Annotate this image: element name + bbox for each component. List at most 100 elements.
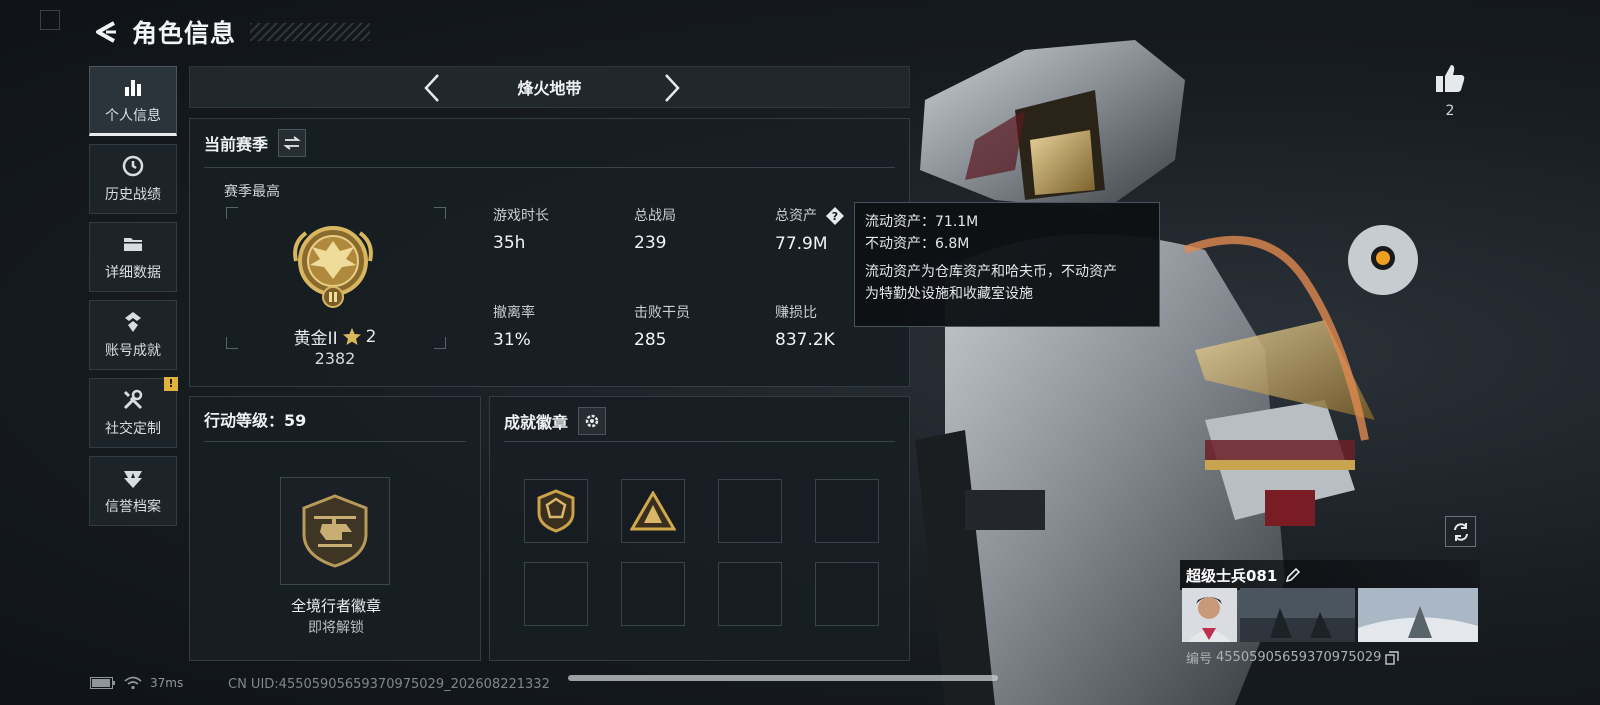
season-best-label: 赛季最高	[224, 184, 280, 200]
swap-season-button[interactable]	[278, 129, 307, 157]
achievement-settings-button[interactable]	[578, 407, 607, 435]
season-title: 当前赛季	[204, 135, 269, 154]
divider	[204, 441, 466, 442]
sidebar-item-reputation[interactable]: 信誉档案	[89, 456, 177, 526]
stat-total-assets: 总资产 ? 77.9M	[775, 205, 845, 254]
chevron-left-icon[interactable]	[418, 71, 448, 105]
corner-decoration	[40, 10, 60, 30]
sidebar-item-achievements[interactable]: 账号成就	[89, 300, 177, 370]
sidebar-item-social-custom[interactable]: ! 社交定制	[89, 377, 178, 448]
showcase-photo-1[interactable]	[1240, 588, 1355, 642]
rank-name: 黄金II	[293, 329, 338, 349]
stat-label: 总战局	[634, 208, 676, 224]
sidebar-item-label: 社交定制	[105, 421, 161, 437]
help-icon[interactable]: ?	[825, 206, 845, 226]
folder-icon	[124, 238, 142, 251]
helicopter-badge-icon	[302, 494, 368, 568]
mode-selector: 烽火地带	[189, 66, 910, 108]
game-screen: 角色信息 个人信息 历史战绩 详细数据 账号成就 ! 社交定制 信誉档案 烽火地…	[0, 0, 1600, 705]
refresh-icon	[1453, 522, 1468, 541]
achievement-panel-header: 成就徽章	[504, 407, 607, 435]
level-badge-name: 全境行者徽章	[290, 597, 381, 615]
stat-label: 总资产 ?	[775, 205, 845, 226]
medal-icon	[125, 312, 141, 332]
achievement-panel: 成就徽章	[489, 396, 910, 661]
achievement-slot-8[interactable]	[815, 562, 879, 626]
stat-value: 285	[634, 330, 667, 350]
thumbs-up-icon[interactable]	[1433, 62, 1467, 96]
stat-value: 35h	[493, 233, 526, 253]
divider	[204, 167, 895, 168]
assets-tooltip: 流动资产：71.1M 不动资产：6.8M 流动资产为仓库资产和哈夫币，不动资产 …	[854, 202, 1160, 327]
achievement-slot-3[interactable]	[718, 479, 782, 543]
sidebar: 个人信息 历史战绩 详细数据 账号成就 ! 社交定制 信誉档案	[89, 66, 178, 534]
stat-label: 击败干员	[634, 305, 690, 321]
rank-stars: 2	[365, 326, 377, 347]
chevron-right-icon[interactable]	[656, 71, 686, 105]
header: 角色信息	[92, 14, 371, 50]
stat-total-matches: 总战局 239	[634, 205, 676, 253]
stat-value: 837.2K	[775, 330, 835, 350]
achievement-slot-1[interactable]	[524, 479, 588, 543]
page-title: 角色信息	[132, 19, 237, 48]
sidebar-item-label: 历史战绩	[105, 187, 161, 203]
rank-name-row: 黄金II 2	[230, 324, 440, 350]
battery-icon	[90, 677, 115, 689]
sidebar-item-detailed-data[interactable]: 详细数据	[89, 222, 177, 292]
player-photos	[1182, 588, 1478, 642]
achievement-slot-5[interactable]	[524, 562, 588, 626]
player-name-plate: 超级士兵081	[1180, 560, 1480, 590]
rotate-model-button[interactable]	[1445, 516, 1476, 547]
achievement-slot-6[interactable]	[621, 562, 685, 626]
stat-extract-rate: 撤离率 31%	[493, 302, 535, 350]
ping-value: 37ms	[150, 676, 184, 690]
stat-label: 撤离率	[493, 305, 535, 321]
stat-value: 239	[634, 233, 667, 253]
stat-label: 赚损比	[775, 305, 817, 321]
like-count: 2	[1445, 103, 1455, 119]
level-badge-status: 即将解锁	[308, 620, 364, 636]
sidebar-item-history[interactable]: 历史战绩	[89, 144, 177, 214]
achievement-slot-7[interactable]	[718, 562, 782, 626]
divider	[504, 441, 895, 442]
swap-icon	[283, 136, 301, 150]
player-name: 超级士兵081	[1186, 566, 1278, 585]
stat-value: 77.9M	[775, 234, 828, 254]
notification-badge: !	[164, 377, 178, 391]
sidebar-item-label: 账号成就	[105, 343, 161, 359]
player-id-row: 编号 455059056593709750​29	[1186, 648, 1400, 667]
home-indicator[interactable]	[568, 675, 998, 681]
stat-label: 游戏时长	[493, 208, 549, 224]
sidebar-item-personal-info[interactable]: 个人信息	[89, 66, 177, 136]
back-arrow-icon[interactable]	[92, 18, 120, 46]
tools-icon	[123, 389, 143, 410]
edit-pencil-icon[interactable]	[1285, 567, 1301, 583]
showcase-photo-2[interactable]	[1358, 588, 1478, 642]
stat-play-time: 游戏时长 35h	[493, 205, 549, 253]
level-panel-header: 行动等级：59	[204, 407, 306, 431]
cn-uid: CN UID:455059056593709750​29_20260822133…	[228, 677, 550, 692]
svg-text:?: ?	[832, 210, 838, 223]
copy-icon[interactable]	[1385, 650, 1400, 665]
achievement-slot-4[interactable]	[815, 479, 879, 543]
action-level-panel: 行动等级：59 全境行者徽章 即将解锁	[189, 396, 481, 661]
rank-score: 2382	[314, 349, 356, 368]
level-badge-slot[interactable]	[280, 477, 390, 585]
achievement-title: 成就徽章	[504, 413, 569, 432]
player-id-value: 455059056593709750​29	[1216, 650, 1382, 665]
clock-icon	[122, 155, 144, 177]
mode-title: 烽火地带	[517, 79, 582, 98]
tooltip-fixed-assets: 不动资产：6.8M	[865, 236, 970, 252]
stat-profit-ratio: 赚损比 837.2K	[775, 302, 835, 350]
avatar-photo[interactable]	[1182, 588, 1237, 642]
season-panel: 当前赛季 赛季最高 黄金II 2 2382 游戏时长 35h 总战局 239 总…	[189, 118, 910, 387]
sidebar-item-label: 信誉档案	[105, 499, 161, 515]
badge-triangle-icon	[630, 491, 676, 531]
gold-rank-medal-icon	[293, 226, 373, 308]
star-icon	[342, 327, 361, 345]
gear-icon	[585, 414, 599, 428]
level-title: 行动等级：59	[204, 411, 307, 430]
stat-value: 31%	[493, 330, 531, 350]
stat-operators-defeated: 击败干员 285	[634, 302, 690, 350]
achievement-slot-2[interactable]	[621, 479, 685, 543]
